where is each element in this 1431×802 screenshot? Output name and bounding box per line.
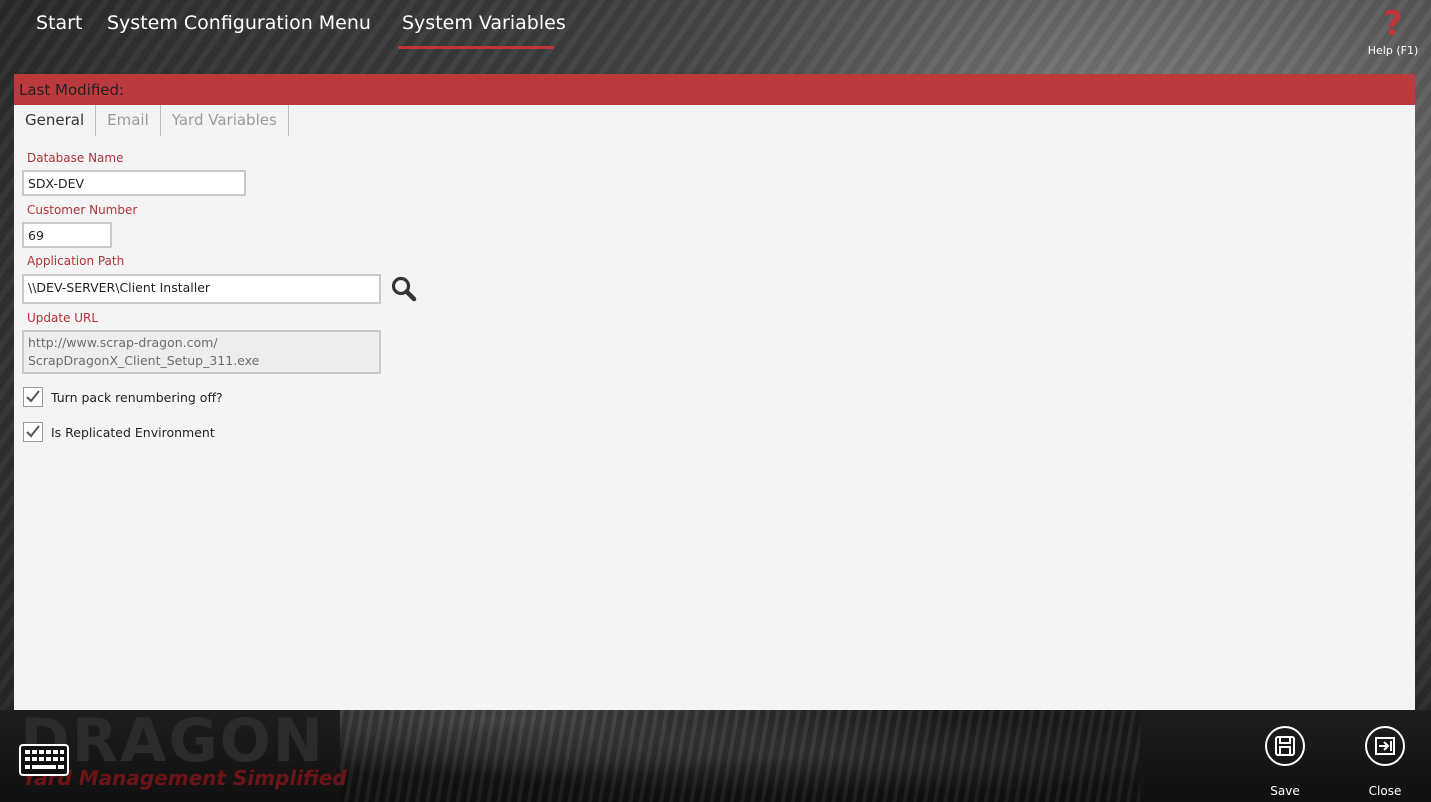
- database-name-input[interactable]: SDX-DEV: [22, 170, 246, 196]
- keyboard-button[interactable]: [19, 744, 69, 776]
- close-label: Close: [1368, 784, 1402, 798]
- logo-tagline: Yard Management Simplified: [22, 766, 347, 790]
- save-circle: [1265, 726, 1305, 766]
- nav-system-variables[interactable]: System Variables: [402, 12, 566, 34]
- close-button[interactable]: Close: [1355, 726, 1415, 798]
- nav-system-configuration-menu[interactable]: System Configuration Menu: [107, 12, 371, 34]
- floppy-disk-icon: [1275, 736, 1295, 756]
- checkmark-icon: [26, 425, 40, 438]
- replicated-env-checkbox-row[interactable]: Is Replicated Environment: [23, 422, 215, 442]
- logo-background-art: [340, 710, 1140, 802]
- tab-email[interactable]: Email: [96, 105, 161, 136]
- browse-path-button[interactable]: [390, 275, 418, 303]
- application-path-input[interactable]: \\DEV-SERVER\Client Installer: [22, 274, 381, 304]
- save-label: Save: [1270, 784, 1300, 798]
- application-path-label: Application Path: [27, 254, 125, 268]
- customer-number-label: Customer Number: [27, 203, 138, 217]
- keyboard-icon: [19, 744, 69, 776]
- pack-renumbering-label: Turn pack renumbering off?: [51, 389, 223, 405]
- update-url-line-2: ScrapDragonX_Client_Setup_311.exe: [28, 353, 260, 368]
- tab-strip: General Email Yard Variables: [14, 105, 289, 136]
- pack-renumbering-checkbox-row[interactable]: Turn pack renumbering off?: [23, 387, 223, 407]
- update-url-line-1: http://www.scrap-dragon.com/: [28, 335, 218, 350]
- update-url-label: Update URL: [27, 311, 99, 325]
- checkmark-icon: [26, 390, 40, 403]
- bottom-toolbar: DRAGON Yard Management Simplified Save C…: [0, 710, 1431, 802]
- tab-yard-variables[interactable]: Yard Variables: [161, 105, 289, 136]
- top-navigation: Start System Configuration Menu System V…: [0, 0, 1431, 72]
- tab-general[interactable]: General: [14, 105, 97, 136]
- nav-start[interactable]: Start: [36, 12, 82, 34]
- save-button[interactable]: Save: [1255, 726, 1315, 798]
- update-url-input: http://www.scrap-dragon.com/ ScrapDragon…: [22, 330, 381, 374]
- pack-renumbering-checkbox[interactable]: [23, 387, 43, 407]
- replicated-env-checkbox[interactable]: [23, 422, 43, 442]
- database-name-label: Database Name: [27, 151, 124, 165]
- system-variables-panel: Last Modified: General Email Yard Variab…: [14, 74, 1415, 710]
- magnifier-icon: [391, 276, 417, 302]
- last-modified-bar: Last Modified:: [14, 74, 1415, 105]
- help-label: Help (F1): [1367, 44, 1419, 57]
- question-mark-icon: ?: [1383, 4, 1403, 44]
- close-circle: [1365, 726, 1405, 766]
- help-button[interactable]: ? Help (F1): [1365, 6, 1421, 57]
- exit-icon: [1375, 737, 1395, 755]
- active-nav-underline: [398, 46, 554, 49]
- customer-number-input[interactable]: 69: [22, 222, 112, 248]
- replicated-env-label: Is Replicated Environment: [51, 424, 215, 440]
